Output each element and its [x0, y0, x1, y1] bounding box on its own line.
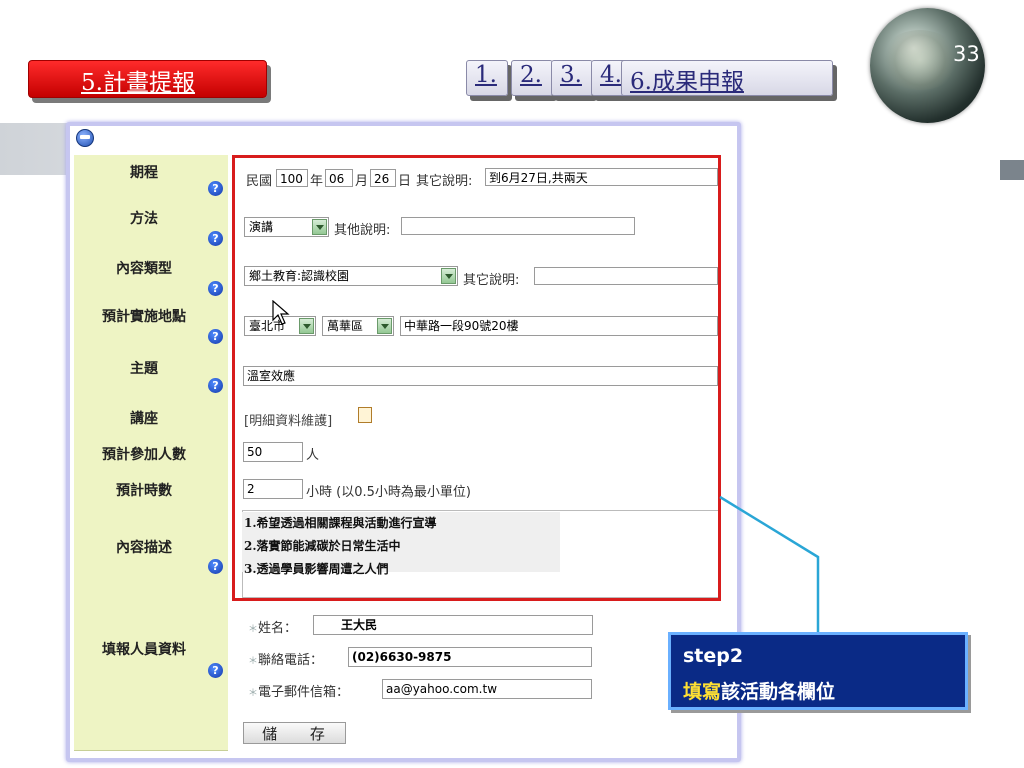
callout-rest: 該活動各欄位: [721, 681, 836, 703]
phone-field-label: ＊聯絡電話：: [248, 653, 324, 668]
step-callout: step2 填寫該活動各欄位: [668, 632, 968, 710]
email-field-label: ＊電子郵件信箱：: [248, 685, 350, 700]
save-button[interactable]: 儲 存: [243, 722, 346, 744]
callout-step: step2: [683, 645, 744, 667]
label-text: 預計時數: [116, 483, 172, 499]
decor-shadow: [1000, 160, 1024, 180]
help-icon[interactable]: ?: [208, 378, 223, 393]
help-icon[interactable]: ?: [208, 181, 223, 196]
help-icon[interactable]: ?: [208, 329, 223, 344]
label-reporter: 填報人員資料 ?: [74, 605, 228, 714]
label-text: 講座: [130, 411, 158, 427]
label-save-row: [74, 713, 228, 751]
label-topic: 主題 ?: [74, 351, 228, 400]
help-icon[interactable]: ?: [208, 231, 223, 246]
help-icon[interactable]: ?: [208, 559, 223, 574]
globe-highlight: [880, 30, 960, 90]
nav-step-label: 1.: [475, 62, 497, 88]
nav-step-label: 3.: [560, 62, 582, 88]
label-text: 預計實施地點: [102, 309, 186, 325]
phone-input[interactable]: (02)6630-9875: [348, 647, 592, 667]
mouse-cursor-icon: [272, 300, 290, 325]
email-input[interactable]: aa@yahoo.com.tw: [382, 679, 592, 699]
help-icon[interactable]: ?: [208, 281, 223, 296]
nav-active-label: 5.計畫提報: [81, 70, 195, 96]
nav-step-3[interactable]: 3.: [551, 60, 593, 96]
name-label-text: 姓名：: [258, 621, 298, 636]
label-text: 預計參加人數: [102, 447, 186, 463]
email-label-text: 電子郵件信箱：: [258, 685, 350, 700]
name-input[interactable]: 王大民: [313, 615, 593, 635]
nav-step-label: 2.: [520, 62, 542, 88]
phone-label-text: 聯絡電話：: [258, 653, 324, 668]
name-value: 王大民: [341, 618, 378, 632]
nav-active-step[interactable]: 5.計畫提報: [28, 60, 267, 98]
nav-step-2[interactable]: 2.: [511, 60, 553, 96]
nav-step-1[interactable]: 1.: [466, 60, 508, 96]
callout-highlight: 填寫: [683, 681, 722, 703]
highlight-frame: [232, 155, 721, 601]
callout-text: 填寫該活動各欄位: [683, 677, 835, 704]
label-method: 方法 ?: [74, 201, 228, 252]
page-number: 33: [953, 42, 980, 66]
nav-step-6[interactable]: 6.成果申報: [621, 60, 833, 96]
label-lecture: 講座: [74, 399, 228, 436]
form-icon: [76, 129, 94, 147]
label-content-type: 內容類型 ?: [74, 251, 228, 302]
name-field-label: ＊姓名：: [248, 621, 298, 636]
label-text: 內容類型: [116, 261, 172, 277]
label-schedule: 期程 ?: [74, 155, 228, 202]
help-icon[interactable]: ?: [208, 663, 223, 678]
label-text: 填報人員資料: [102, 642, 186, 658]
label-description: 內容描述 ?: [74, 507, 228, 606]
label-hours: 預計時數: [74, 471, 228, 508]
label-text: 方法: [130, 211, 158, 227]
label-text: 內容描述: [116, 540, 172, 556]
label-participants: 預計參加人數: [74, 435, 228, 472]
label-location: 預計實施地點 ?: [74, 301, 228, 352]
nav-step-label: 4.: [600, 62, 622, 88]
callout-connector: [719, 495, 820, 632]
nav-step-label: 6.成果申報: [630, 69, 744, 95]
label-text: 主題: [130, 361, 158, 377]
label-text: 期程: [130, 165, 158, 181]
